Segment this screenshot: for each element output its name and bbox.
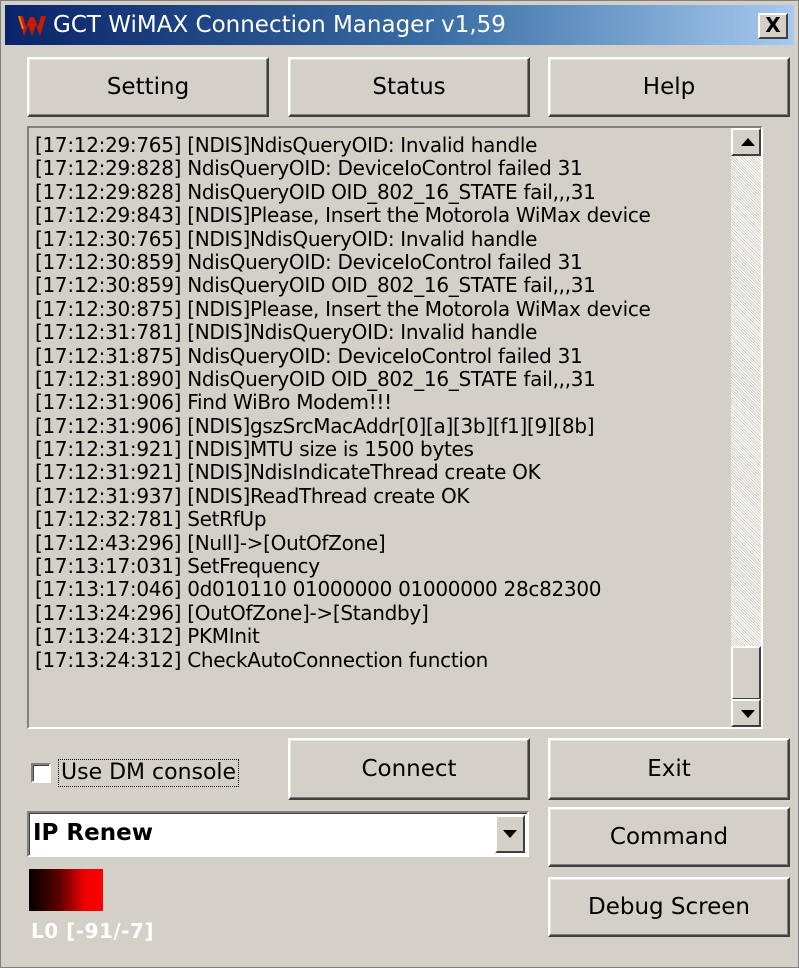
exit-button[interactable]: Exit <box>548 738 790 800</box>
command-select[interactable]: IP Renew <box>27 811 529 857</box>
command-button[interactable]: Command <box>548 807 790 867</box>
log-scrollbar[interactable] <box>731 128 761 727</box>
use-dm-console-checkbox[interactable] <box>31 763 51 783</box>
log-line: [17:12:29:828] NdisQueryOID: DeviceIoCon… <box>35 157 583 181</box>
log-line: [17:12:31:906] Find WiBro Modem!!! <box>35 391 392 415</box>
scroll-up-button[interactable] <box>731 128 761 156</box>
log-line: [17:12:43:296] [Null]->[OutOfZone] <box>35 531 386 555</box>
log-line: [17:12:31:921] [NDIS]MTU size is 1500 by… <box>35 438 474 462</box>
use-dm-console-option[interactable]: Use DM console <box>31 758 240 788</box>
log-line: [17:13:24:296] [OutOfZone]->[Standby] <box>35 601 429 625</box>
log-line: [17:12:31:890] NdisQueryOID OID_802_16_S… <box>35 367 596 391</box>
wimax-logo-icon <box>18 15 46 36</box>
signal-readout: L0 [-91/-7] <box>31 919 155 943</box>
log-line: [17:12:29:828] NdisQueryOID OID_802_16_S… <box>35 180 596 204</box>
arrow-up-icon <box>741 138 755 146</box>
log-lines: [17:12:29:765] [NDIS]NdisQueryOID: Inval… <box>35 134 745 672</box>
connection-manager-window: GCT WiMAX Connection Manager v1,59 X Set… <box>0 0 799 968</box>
close-button[interactable]: X <box>758 13 788 39</box>
debug-screen-button[interactable]: Debug Screen <box>548 877 790 937</box>
connect-button[interactable]: Connect <box>288 738 530 800</box>
command-dropdown-button[interactable] <box>495 815 525 853</box>
log-line: [17:12:31:875] NdisQueryOID: DeviceIoCon… <box>35 344 583 368</box>
log-line: [17:12:31:937] [NDIS]ReadThread create O… <box>35 484 470 508</box>
log-line: [17:12:31:921] [NDIS]NdisIndicateThread … <box>35 461 541 485</box>
status-button[interactable]: Status <box>288 57 530 117</box>
log-line: [17:12:30:765] [NDIS]NdisQueryOID: Inval… <box>35 227 538 251</box>
use-dm-console-label[interactable]: Use DM console <box>57 759 240 787</box>
chevron-down-icon <box>503 830 517 838</box>
log-line: [17:12:29:843] [NDIS]Please, Insert the … <box>35 204 651 228</box>
setting-button[interactable]: Setting <box>27 57 269 117</box>
log-line: [17:12:30:875] [NDIS]Please, Insert the … <box>35 297 651 321</box>
scroll-thumb[interactable] <box>731 646 761 700</box>
log-panel[interactable]: [17:12:29:765] [NDIS]NdisQueryOID: Inval… <box>27 126 763 729</box>
title-bar[interactable]: GCT WiMAX Connection Manager v1,59 X <box>5 5 794 45</box>
log-line: [17:13:24:312] PKMInit <box>35 625 260 649</box>
log-line: [17:12:30:859] NdisQueryOID: DeviceIoCon… <box>35 250 583 274</box>
log-line: [17:13:17:031] SetFrequency <box>35 555 320 579</box>
signal-strength-bar <box>29 869 103 911</box>
log-line: [17:12:31:906] [NDIS]gszSrcMacAddr[0][a]… <box>35 414 595 438</box>
log-line: [17:12:32:781] SetRfUp <box>35 508 267 532</box>
scroll-down-button[interactable] <box>731 699 761 727</box>
window-title: GCT WiMAX Connection Manager v1,59 <box>53 12 506 38</box>
help-button[interactable]: Help <box>548 57 790 117</box>
command-select-value: IP Renew <box>33 820 153 846</box>
log-line: [17:13:24:312] CheckAutoConnection funct… <box>35 648 488 672</box>
log-line: [17:13:17:046] 0d010110 01000000 0100000… <box>35 578 602 602</box>
arrow-down-icon <box>741 710 755 718</box>
log-line: [17:12:31:781] [NDIS]NdisQueryOID: Inval… <box>35 321 538 345</box>
log-line: [17:12:30:859] NdisQueryOID OID_802_16_S… <box>35 274 596 298</box>
log-line: [17:12:29:765] [NDIS]NdisQueryOID: Inval… <box>35 134 538 157</box>
